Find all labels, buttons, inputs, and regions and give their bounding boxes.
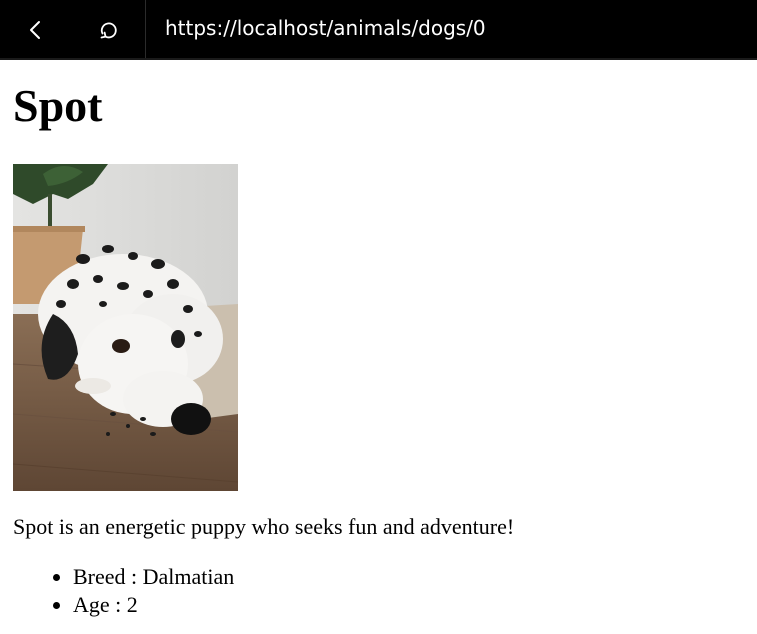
refresh-icon	[100, 22, 117, 39]
chevron-left-icon	[30, 21, 40, 39]
detail-age: Age : 2	[73, 591, 234, 619]
page-title: Spot	[13, 80, 103, 131]
dog-details-list: Breed : Dalmatian Age : 2	[13, 563, 234, 619]
page-content: Spot Spot is an energetic puppy who seek…	[13, 60, 753, 617]
browser-toolbar: https://localhost/animals/dogs/0	[0, 0, 757, 60]
toolbar-divider	[145, 0, 146, 60]
back-button[interactable]	[0, 0, 72, 60]
dog-description: Spot is an energetic puppy who seeks fun…	[13, 514, 515, 539]
dog-photo	[13, 164, 238, 491]
refresh-button[interactable]	[72, 0, 144, 60]
detail-breed: Breed : Dalmatian	[73, 563, 234, 591]
address-bar[interactable]: https://localhost/animals/dogs/0	[165, 0, 486, 58]
